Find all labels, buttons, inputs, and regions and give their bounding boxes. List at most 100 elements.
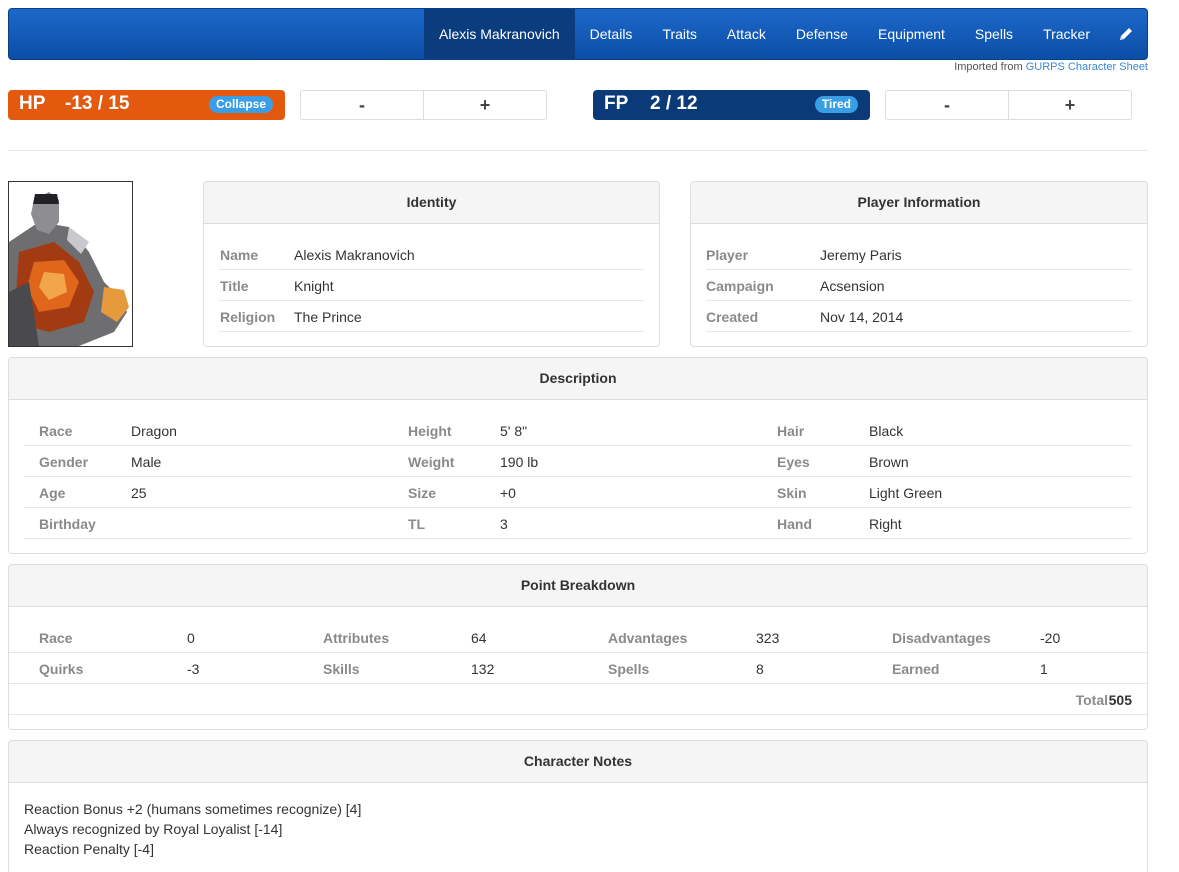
description-key: Gender bbox=[39, 454, 89, 470]
nav-item-character[interactable]: Alexis Makranovich bbox=[424, 9, 575, 59]
point-breakdown-heading: Point Breakdown bbox=[9, 565, 1147, 607]
character-notes-heading: Character Notes bbox=[9, 741, 1147, 783]
nav-menu: Alexis Makranovich Details Traits Attack… bbox=[424, 9, 1147, 59]
fp-bar: FP 2 / 12 Tired bbox=[593, 90, 870, 120]
points-key: Race bbox=[39, 630, 73, 646]
identity-heading: Identity bbox=[204, 182, 659, 224]
fp-status-badge: Tired bbox=[814, 96, 858, 113]
description-key: Hair bbox=[777, 423, 805, 439]
hp-increase-button[interactable]: + bbox=[423, 91, 546, 119]
top-navbar: Alexis Makranovich Details Traits Attack… bbox=[8, 8, 1148, 60]
points-key: Quirks bbox=[39, 661, 84, 677]
pencil-icon bbox=[1120, 28, 1132, 40]
points-total-value: 505 bbox=[1108, 692, 1132, 708]
description-key: Age bbox=[39, 485, 66, 501]
fp-value: 2 / 12 bbox=[650, 93, 698, 114]
character-portrait bbox=[8, 181, 133, 347]
description-value: +0 bbox=[500, 485, 516, 501]
hp-value: -13 / 15 bbox=[65, 93, 130, 114]
description-value: 3 bbox=[500, 516, 508, 532]
player-row: Player Jeremy Paris bbox=[706, 239, 1132, 270]
nav-item-spells[interactable]: Spells bbox=[960, 9, 1028, 59]
hp-decrease-button[interactable]: - bbox=[301, 91, 423, 119]
identity-row: Name Alexis Makranovich bbox=[219, 239, 644, 270]
point-breakdown-panel: Point Breakdown Race 0 Attributes 64 Adv… bbox=[8, 564, 1148, 730]
points-value: -3 bbox=[187, 661, 200, 677]
description-key: Weight bbox=[408, 454, 455, 470]
player-info-heading: Player Information bbox=[691, 182, 1147, 224]
points-value: 64 bbox=[471, 630, 487, 646]
points-value: -20 bbox=[1040, 630, 1061, 646]
description-row: Race Dragon Height 5' 8" Hair Black bbox=[24, 415, 1132, 446]
points-key: Spells bbox=[608, 661, 650, 677]
character-notes-panel: Character Notes Reaction Bonus +2 (human… bbox=[8, 740, 1148, 872]
fp-increase-button[interactable]: + bbox=[1008, 91, 1131, 119]
description-key: Height bbox=[408, 423, 452, 439]
description-value: Light Green bbox=[869, 485, 943, 501]
hp-bar: HP -13 / 15 Collapse bbox=[8, 90, 285, 120]
description-value: 5' 8" bbox=[500, 423, 528, 439]
hp-status-badge: Collapse bbox=[208, 96, 273, 113]
player-value: Nov 14, 2014 bbox=[820, 309, 904, 325]
points-key: Disadvantages bbox=[892, 630, 991, 646]
description-key: Hand bbox=[777, 516, 812, 532]
points-value: 323 bbox=[756, 630, 780, 646]
description-value: Male bbox=[131, 454, 162, 470]
description-key: Birthday bbox=[39, 516, 96, 532]
import-prefix: Imported from bbox=[954, 61, 1023, 73]
fp-label: FP bbox=[604, 93, 629, 114]
description-value: Right bbox=[869, 516, 902, 532]
player-value: Jeremy Paris bbox=[820, 247, 902, 263]
identity-value: The Prince bbox=[294, 309, 362, 325]
points-value: 0 bbox=[187, 630, 195, 646]
identity-value: Alexis Makranovich bbox=[294, 247, 415, 263]
nav-item-defense[interactable]: Defense bbox=[781, 9, 863, 59]
description-key: TL bbox=[408, 516, 426, 532]
player-row: Campaign Acsension bbox=[706, 270, 1132, 301]
description-value: Dragon bbox=[131, 423, 177, 439]
player-key: Player bbox=[706, 247, 749, 263]
fp-decrease-button[interactable]: - bbox=[886, 91, 1008, 119]
nav-item-details[interactable]: Details bbox=[575, 9, 648, 59]
nav-item-traits[interactable]: Traits bbox=[647, 9, 711, 59]
identity-key: Title bbox=[220, 278, 249, 294]
description-key: Size bbox=[408, 485, 437, 501]
import-source-link[interactable]: GURPS Character Sheet bbox=[1026, 61, 1148, 73]
note-line: Always recognized by Royal Loyalist [-14… bbox=[24, 821, 283, 837]
points-key: Earned bbox=[892, 661, 940, 677]
nav-item-equipment[interactable]: Equipment bbox=[863, 9, 960, 59]
points-value: 8 bbox=[756, 661, 764, 677]
identity-key: Name bbox=[220, 247, 259, 263]
description-value: 190 lb bbox=[500, 454, 539, 470]
points-key: Skills bbox=[323, 661, 360, 677]
description-row: Age 25 Size +0 Skin Light Green bbox=[24, 477, 1132, 508]
description-value: Brown bbox=[869, 454, 909, 470]
player-info-panel: Player Information Player Jeremy Paris C… bbox=[690, 181, 1148, 347]
player-row: Created Nov 14, 2014 bbox=[706, 301, 1132, 332]
identity-row: Title Knight bbox=[219, 270, 644, 301]
points-value: 1 bbox=[1040, 661, 1048, 677]
hp-stepper: - + bbox=[300, 90, 547, 120]
nav-item-tracker[interactable]: Tracker bbox=[1028, 9, 1105, 59]
player-key: Campaign bbox=[706, 278, 774, 294]
points-key: Advantages bbox=[608, 630, 688, 646]
description-key: Race bbox=[39, 423, 73, 439]
player-key: Created bbox=[706, 309, 759, 325]
identity-row: Religion The Prince bbox=[219, 301, 644, 332]
points-total-label: Total bbox=[1075, 692, 1108, 708]
nav-item-attack[interactable]: Attack bbox=[712, 9, 781, 59]
hp-label: HP bbox=[19, 93, 46, 114]
fp-stepper: - + bbox=[885, 90, 1132, 120]
description-key: Skin bbox=[777, 485, 807, 501]
note-line: Reaction Bonus +2 (humans sometimes reco… bbox=[24, 801, 362, 817]
description-key: Eyes bbox=[777, 454, 810, 470]
points-row: Quirks -3 Skills 132 Spells 8 Earned 1 bbox=[9, 653, 1147, 684]
description-value: 25 bbox=[131, 485, 147, 501]
identity-value: Knight bbox=[294, 278, 334, 294]
points-value: 132 bbox=[471, 661, 495, 677]
character-notes-body: Reaction Bonus +2 (humans sometimes reco… bbox=[9, 783, 1147, 872]
description-row: Gender Male Weight 190 lb Eyes Brown bbox=[24, 446, 1132, 477]
points-key: Attributes bbox=[323, 630, 390, 646]
points-row: Race 0 Attributes 64 Advantages 323 Disa… bbox=[9, 622, 1147, 653]
edit-button[interactable] bbox=[1105, 9, 1147, 59]
